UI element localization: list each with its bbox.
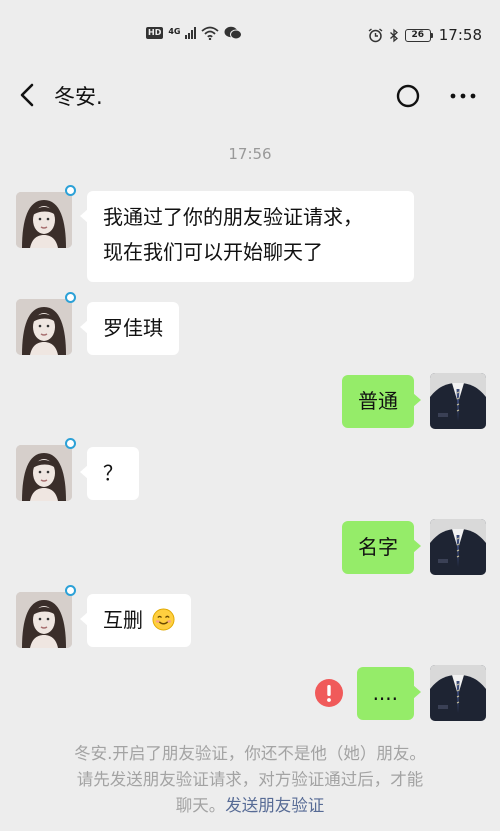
friend-verification-notice: 冬安.开启了朋友验证，你还不是他（她）朋友。 请先发送朋友验证请求，对方验证通过… [30, 741, 470, 819]
bluetooth-icon [389, 28, 398, 42]
status-dot-icon [65, 185, 76, 196]
notice-line-last: 聊天。发送朋友验证 [30, 793, 470, 819]
my-avatar[interactable] [430, 519, 486, 575]
notice-text: 聊天。 [175, 796, 226, 815]
alarm-icon [368, 27, 383, 42]
message-bubble-sent[interactable]: .... [356, 667, 422, 720]
status-bar: HD 4G 26 17:58 [0, 0, 500, 70]
chevron-left-icon [20, 83, 34, 107]
contact-avatar[interactable] [16, 592, 72, 648]
my-avatar[interactable] [430, 373, 486, 429]
battery-level: 26 [404, 28, 431, 42]
status-time: 17:58 [438, 26, 482, 44]
send-failed-button[interactable] [314, 678, 344, 708]
network-type: 4G [168, 27, 181, 36]
message-text: 普通 [358, 389, 398, 413]
status-left-group: HD 4G [146, 26, 243, 40]
status-dot-icon [65, 292, 76, 303]
status-right-group: 26 17:58 [368, 26, 482, 44]
wifi-icon [201, 26, 220, 40]
circle-icon [396, 84, 420, 108]
message-text: 名字 [358, 535, 398, 559]
wechat-icon [224, 26, 243, 40]
more-dots-icon [450, 93, 476, 99]
send-verification-link[interactable]: 发送朋友验证 [225, 796, 324, 815]
error-icon [315, 679, 343, 707]
voice-mode-button[interactable] [394, 82, 422, 110]
chat-title: 冬安. [54, 85, 103, 109]
message-bubble-sent[interactable]: 普通 [342, 375, 421, 428]
signal-icon [185, 27, 197, 39]
my-avatar[interactable] [430, 665, 486, 721]
smile-emoji-icon [152, 608, 175, 631]
message-text: ？ [103, 461, 123, 485]
hd-badge: HD [146, 27, 164, 39]
message-text: 现在我们可以开始聊天了 [103, 240, 323, 264]
chat-header: 冬安. [0, 70, 500, 120]
message-bubble-sent[interactable]: 名字 [342, 521, 421, 574]
message-bubble-received[interactable]: 互删 [79, 594, 192, 647]
battery-icon: 26 [404, 28, 433, 42]
message-text: .... [372, 681, 398, 705]
status-dot-icon [65, 585, 76, 596]
chat-timestamp: 17:56 [228, 145, 272, 163]
notice-line: 请先发送朋友验证请求，对方验证通过后，才能 [76, 770, 424, 789]
contact-avatar[interactable] [16, 299, 72, 355]
contact-avatar[interactable] [16, 445, 72, 501]
notice-line: 冬安.开启了朋友验证，你还不是他（她）朋友。 [74, 744, 426, 763]
message-text: 我通过了你的朋友验证请求， [103, 205, 363, 229]
message-bubble-received[interactable]: 我通过了你的朋友验证请求， 现在我们可以开始聊天了 [80, 191, 414, 282]
contact-avatar[interactable] [16, 192, 72, 248]
more-button[interactable] [446, 82, 480, 110]
message-bubble-received[interactable]: 罗佳琪 [80, 302, 179, 355]
status-dot-icon [65, 438, 76, 449]
message-bubble-received[interactable]: ？ [80, 447, 139, 500]
back-button[interactable] [14, 78, 42, 112]
message-text: 罗佳琪 [103, 316, 163, 340]
message-text: 互删 [103, 608, 143, 632]
